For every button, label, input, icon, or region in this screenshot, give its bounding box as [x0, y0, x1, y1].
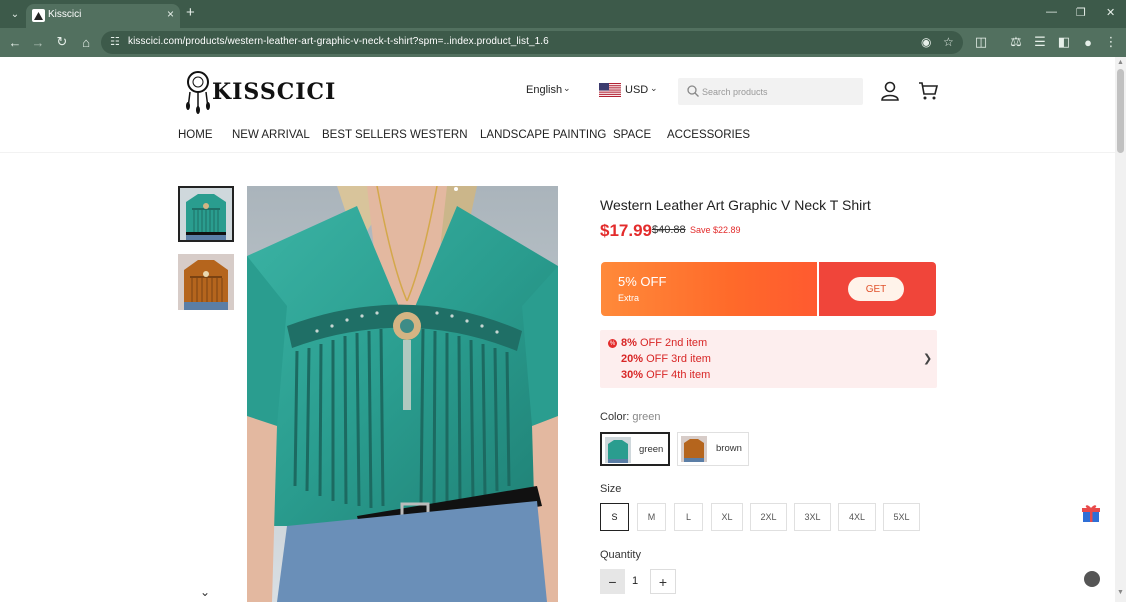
- size-option-3xl[interactable]: 3XL: [794, 503, 831, 531]
- sidepanel-icon[interactable]: ◧: [1056, 34, 1072, 50]
- product-main-image[interactable]: [247, 186, 558, 602]
- promo-badge-icon: %: [608, 339, 617, 348]
- new-tab-icon[interactable]: +: [186, 5, 195, 21]
- support-chat-icon[interactable]: [1084, 571, 1100, 587]
- nav-item-space[interactable]: SPACE: [613, 129, 651, 141]
- reload-icon[interactable]: ↻: [54, 34, 70, 50]
- back-icon[interactable]: ←: [7, 34, 23, 50]
- tab-title: Kisscici: [48, 9, 82, 20]
- quantity-label: Quantity: [600, 549, 641, 561]
- browser-tab-active[interactable]: Kisscici ×: [26, 4, 180, 28]
- chevron-down-icon[interactable]: ⌄: [650, 83, 658, 94]
- swatch-brown-image: [681, 436, 707, 462]
- promo-line-2: 20% OFF 3rd item: [621, 353, 711, 365]
- nav-item-accessories[interactable]: ACCESSORIES: [667, 129, 750, 141]
- size-option-xl[interactable]: XL: [711, 503, 743, 531]
- coupon-card: 5% OFF Extra GET: [601, 262, 936, 316]
- search-input[interactable]: [702, 84, 852, 99]
- address-bar[interactable]: ☷ kisscici.com/products/western-leather-…: [101, 31, 963, 54]
- nav-item-home[interactable]: HOME: [178, 129, 213, 141]
- site-logo[interactable]: KISSCICI: [186, 70, 335, 114]
- size-option-s[interactable]: S: [600, 503, 629, 531]
- search-icon[interactable]: [686, 84, 700, 98]
- size-option-2xl[interactable]: 2XL: [750, 503, 787, 531]
- product-old-price: $40.88: [652, 224, 686, 236]
- nav-item-landscape-painting[interactable]: LANDSCAPE PAINTING: [480, 129, 606, 141]
- swatch-brown-label: brown: [716, 443, 742, 454]
- scrollbar-thumb[interactable]: [1117, 69, 1124, 153]
- product-title: Western Leather Art Graphic V Neck T Shi…: [600, 197, 871, 213]
- tab-close-icon[interactable]: ×: [167, 7, 174, 21]
- chevron-right-icon[interactable]: ❯: [923, 352, 932, 365]
- web-page: KISSCICI English ⌄ USD ⌄ HOME NEW ARRIVA…: [0, 57, 1115, 602]
- quantity-decrease-button[interactable]: −: [600, 569, 625, 594]
- browser-menu-icon[interactable]: ⋮: [1103, 34, 1119, 50]
- maximize-icon[interactable]: ❐: [1076, 6, 1086, 19]
- product-price: $17.99: [600, 221, 652, 240]
- site-favicon-icon: [32, 9, 45, 22]
- us-flag-icon[interactable]: [599, 83, 621, 97]
- home-icon[interactable]: ⌂: [78, 34, 94, 50]
- size-label: Size: [600, 483, 622, 495]
- logo-text: KISSCICI: [212, 79, 337, 105]
- quantity-value[interactable]: 1: [632, 575, 638, 587]
- scroll-up-arrow-icon[interactable]: ▲: [1117, 59, 1124, 66]
- labs-icon[interactable]: ⚖: [1008, 34, 1024, 50]
- page-scrollbar[interactable]: ▲ ▼: [1115, 57, 1126, 602]
- search-box[interactable]: [678, 78, 863, 105]
- multi-buy-promo[interactable]: % 8% OFF 2nd item 20% OFF 3rd item 30% O…: [600, 330, 937, 388]
- coupon-left: 5% OFF Extra: [601, 262, 817, 316]
- extensions-icon[interactable]: ◫: [973, 34, 989, 50]
- swatch-green-label: green: [639, 444, 664, 455]
- user-account-icon[interactable]: [879, 80, 901, 102]
- eye-off-icon[interactable]: ◉: [921, 35, 931, 49]
- currency-selector[interactable]: USD: [625, 84, 648, 96]
- chevron-down-icon[interactable]: ⌄: [563, 83, 571, 94]
- profile-icon[interactable]: ●: [1080, 34, 1096, 50]
- coupon-subtitle: Extra: [618, 293, 640, 303]
- thumbnail-scroll-down-icon[interactable]: ⌄: [200, 585, 210, 599]
- nav-item-western[interactable]: WESTERN: [410, 129, 468, 141]
- product-thumbnail-brown[interactable]: [178, 254, 234, 310]
- color-label: Color: green: [600, 411, 661, 423]
- size-option-l[interactable]: L: [674, 503, 703, 531]
- color-swatch-brown[interactable]: brown: [677, 432, 749, 466]
- language-selector[interactable]: English: [526, 84, 562, 96]
- swatch-green-image: [605, 437, 631, 463]
- bookmark-star-icon[interactable]: ☆: [943, 35, 954, 49]
- cart-icon[interactable]: [917, 80, 939, 102]
- quantity-increase-button[interactable]: +: [650, 569, 676, 594]
- nav-item-new-arrival[interactable]: NEW ARRIVAL: [232, 129, 310, 141]
- site-info-icon[interactable]: ☷: [110, 35, 120, 48]
- size-option-5xl[interactable]: 5XL: [883, 503, 920, 531]
- nav-item-best-sellers[interactable]: BEST SELLERS: [322, 129, 407, 141]
- promo-line-3: 30% OFF 4th item: [621, 369, 711, 381]
- tab-search-chevron-icon[interactable]: ⌄: [6, 5, 24, 23]
- coupon-percent: 5% OFF: [618, 274, 667, 289]
- dreamcatcher-logo-icon: [186, 71, 210, 114]
- media-icon[interactable]: ☰: [1032, 34, 1048, 50]
- color-swatch-green[interactable]: green: [600, 432, 670, 466]
- url-text[interactable]: kisscici.com/products/western-leather-ar…: [128, 36, 549, 47]
- promo-line-1: 8% OFF 2nd item: [621, 337, 708, 349]
- product-thumbnail-green[interactable]: [178, 186, 234, 242]
- gift-icon[interactable]: [1081, 503, 1101, 523]
- minimize-icon[interactable]: —: [1046, 6, 1057, 18]
- product-save: Save $22.89: [690, 225, 741, 235]
- browser-tabbar: ⌄ Kisscici × + — ❐ ✕: [0, 0, 1126, 28]
- size-option-4xl[interactable]: 4XL: [838, 503, 876, 531]
- forward-icon[interactable]: →: [30, 34, 46, 50]
- window-close-icon[interactable]: ✕: [1106, 6, 1115, 19]
- browser-toolbar: ← → ↻ ⌂ ☷ kisscici.com/products/western-…: [0, 28, 1126, 57]
- header-divider: [0, 152, 1115, 153]
- coupon-get-button[interactable]: GET: [848, 277, 904, 301]
- size-option-m[interactable]: M: [637, 503, 666, 531]
- color-selected-value: green: [632, 411, 661, 423]
- scroll-down-arrow-icon[interactable]: ▼: [1117, 589, 1124, 596]
